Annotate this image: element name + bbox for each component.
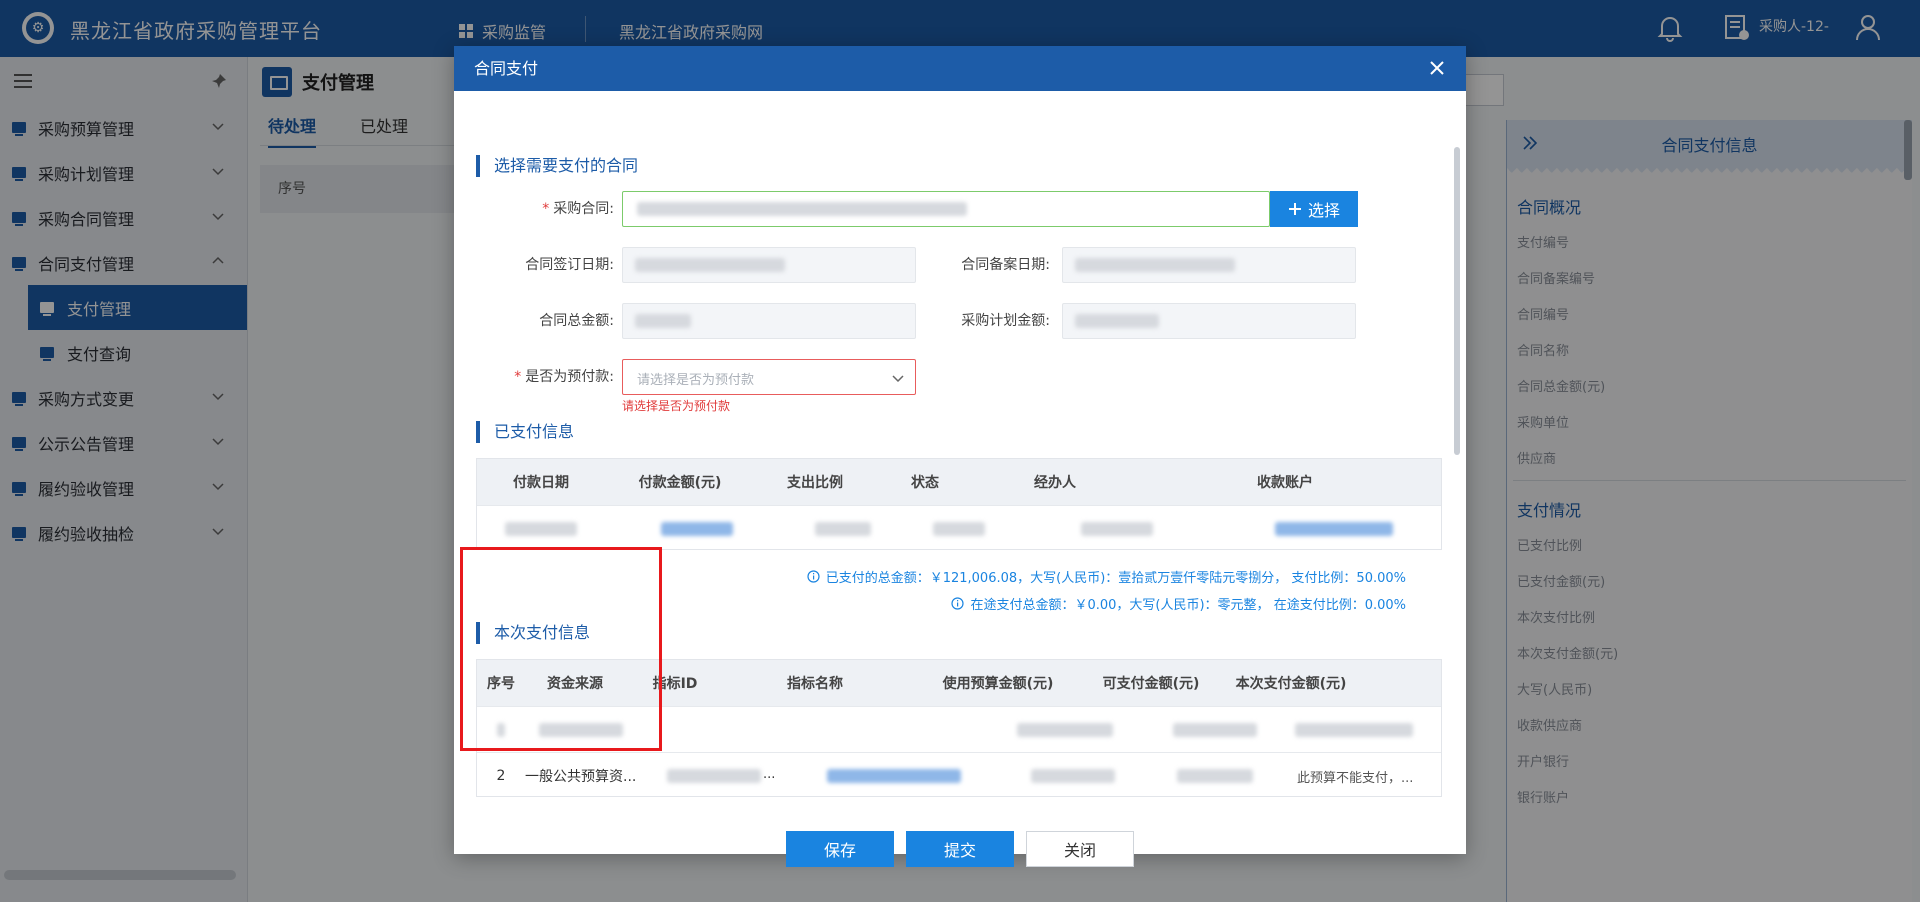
column-header: 使用预算金额(元)	[942, 676, 1054, 692]
column-header: 付款金额(元)	[638, 475, 722, 491]
prepay-error-message: 请选择是否为预付款	[622, 399, 731, 413]
column-header: 经办人	[1034, 475, 1076, 491]
column-header: 支出比例	[787, 475, 843, 491]
redacted-value	[1031, 768, 1115, 783]
redacted-value	[1075, 314, 1159, 328]
sign-date-label: 合同签订日期:	[525, 257, 614, 273]
select-button-label: 选择	[1307, 201, 1340, 220]
submit-button[interactable]: 提交	[906, 831, 1014, 867]
paid-table: 付款日期 付款金额(元) 支出比例 状态 经办人 收款账户	[476, 458, 1442, 550]
contract-input[interactable]	[622, 191, 1270, 227]
info-icon	[807, 570, 820, 583]
prepay-label-text: 是否为预付款:	[525, 369, 614, 385]
column-header: 状态	[911, 475, 939, 491]
record-date-label: 合同备案日期:	[961, 257, 1050, 273]
redacted-value	[635, 314, 691, 328]
redacted-value	[635, 258, 785, 272]
redacted-value	[661, 521, 733, 536]
transit-summary-text: 在途支付总金额：￥0.00，大写(人民币)：零元整， 在途支付比例：0.00%	[970, 598, 1406, 613]
plus-icon	[1288, 203, 1301, 215]
paid-summary: 已支付的总金额：￥121,006.08，大写(人民币)：壹拾贰万壹仟零陆元零捌分…	[807, 567, 1406, 586]
section-title-select-contract: 选择需要支付的合同	[476, 155, 638, 177]
redacted-value	[933, 521, 985, 536]
row-index: 2	[496, 767, 506, 784]
select-contract-button[interactable]: 选择	[1270, 191, 1358, 227]
prepay-label: * 是否为预付款:	[514, 369, 614, 385]
chevron-down-icon	[892, 375, 904, 383]
table-row	[477, 505, 1441, 551]
redacted-value	[1275, 521, 1393, 536]
indicator-id-ellipsis: ...	[763, 767, 776, 782]
redacted-value	[505, 521, 577, 536]
sign-date-field	[622, 247, 916, 283]
fund-source: 一般公共预算资...	[525, 768, 637, 785]
contract-label-text: 采购合同:	[553, 201, 614, 217]
prepay-select[interactable]: 请选择是否为预付款	[622, 359, 916, 395]
redacted-value	[815, 521, 871, 536]
close-button[interactable]: 关闭	[1026, 831, 1134, 867]
record-date-field	[1062, 247, 1356, 283]
save-button[interactable]: 保存	[786, 831, 894, 867]
table-header: 付款日期 付款金额(元) 支出比例 状态 经办人 收款账户	[477, 459, 1441, 505]
table-row: 2 一般公共预算资... ... 此预算不能支付，...	[477, 752, 1441, 798]
column-header: 本次支付金额(元)	[1235, 676, 1347, 692]
dialog-header: 合同支付	[454, 46, 1466, 91]
redacted-link[interactable]	[827, 768, 961, 783]
redacted-value	[1075, 258, 1235, 272]
column-header: 可支付金额(元)	[1102, 676, 1200, 692]
column-header: 付款日期	[513, 475, 569, 491]
info-icon	[951, 597, 965, 610]
redacted-value	[1173, 722, 1257, 737]
column-header: 指标名称	[787, 676, 843, 692]
prepay-placeholder: 请选择是否为预付款	[637, 373, 755, 388]
redacted-value	[667, 768, 761, 783]
redacted-value	[1081, 521, 1153, 536]
redacted-value	[1295, 722, 1413, 737]
plan-amount-label: 采购计划金额:	[961, 313, 1050, 329]
contract-label: * 采购合同:	[542, 201, 614, 217]
dialog-title: 合同支付	[474, 59, 539, 78]
total-amount-field	[622, 303, 916, 339]
total-amount-label: 合同总金额:	[539, 313, 614, 329]
dialog-scrollbar[interactable]	[1454, 147, 1460, 455]
payment-note: 此预算不能支付，...	[1297, 771, 1414, 786]
column-header: 收款账户	[1257, 475, 1313, 491]
close-icon[interactable]	[1428, 59, 1446, 77]
plan-amount-field	[1062, 303, 1356, 339]
highlight-annotation-box	[460, 547, 662, 751]
transit-summary: 在途支付总金额：￥0.00，大写(人民币)：零元整， 在途支付比例：0.00%	[951, 594, 1406, 613]
paid-summary-text: 已支付的总金额：￥121,006.08，大写(人民币)：壹拾贰万壹仟零陆元零捌分…	[825, 571, 1406, 586]
redacted-value	[1017, 722, 1113, 737]
redacted-value	[637, 202, 967, 216]
redacted-value	[1177, 768, 1253, 783]
section-title-paid: 已支付信息	[476, 421, 574, 443]
